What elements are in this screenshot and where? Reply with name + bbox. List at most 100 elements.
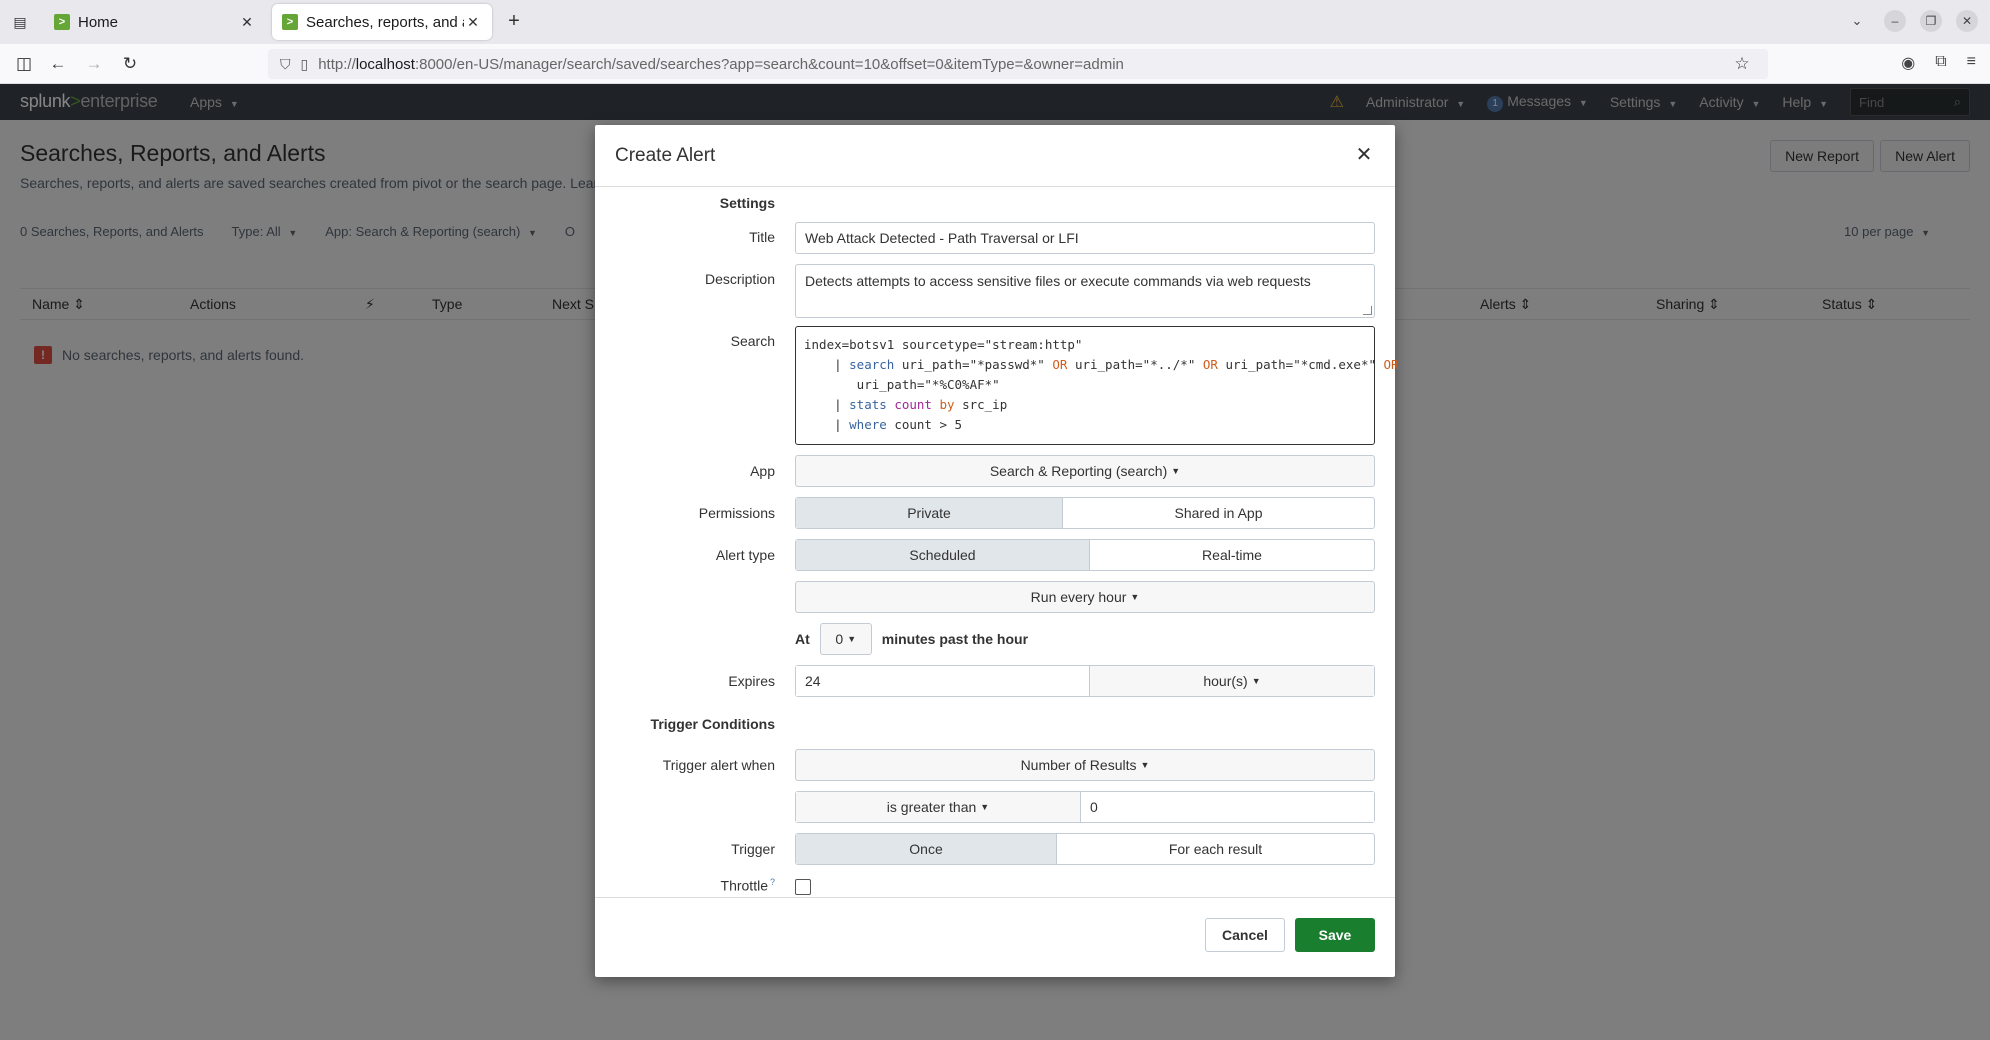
resize-handle-icon[interactable] [1363, 306, 1372, 315]
comparison-value: is greater than [886, 799, 977, 815]
trigger-conditions-heading: Trigger Conditions [650, 716, 775, 732]
search-token: | [804, 357, 850, 372]
browser-nav-bar: ◫ ← → ↻ ⛉ ▯ http://localhost:8000/en-US/… [0, 44, 1990, 84]
modal-header: Create Alert ✕ [595, 125, 1395, 187]
tab-title: Home [78, 13, 119, 31]
search-token: src_ip [954, 397, 1008, 412]
modal-title: Create Alert [615, 145, 716, 166]
search-command: where [849, 417, 887, 432]
search-line: | stats count by src_ip [804, 395, 1366, 415]
caret-down-icon: ▼ [1171, 466, 1181, 476]
search-token: | [804, 417, 850, 432]
url-host: localhost [355, 55, 415, 73]
expires-unit-value: hour(s) [1203, 673, 1248, 689]
tab-list-icon[interactable]: ▤ [8, 10, 32, 34]
account-icon[interactable]: ◉ [1901, 53, 1915, 73]
app-dropdown[interactable]: Search & Reporting (search) ▼ [795, 455, 1375, 487]
trigger-label: Trigger [731, 841, 775, 857]
minutes-dropdown[interactable]: 0 ▼ [819, 623, 872, 655]
expires-input[interactable]: 24 [796, 666, 1089, 696]
caret-down-icon: ▼ [1140, 760, 1150, 770]
close-window-icon[interactable]: ✕ [1956, 10, 1978, 32]
trigger-toggle: Once For each result [795, 833, 1375, 865]
search-line: | where count > 5 [804, 415, 1366, 435]
tab-overflow-chevron-icon[interactable]: ⌄ [1844, 8, 1870, 34]
search-line: uri_path="*%C0%AF*" [804, 375, 1366, 395]
back-icon[interactable]: ← [46, 52, 70, 76]
caret-down-icon: ▼ [980, 802, 990, 812]
search-token: | [804, 397, 850, 412]
search-operator: OR [1202, 357, 1218, 372]
cancel-button[interactable]: Cancel [1205, 918, 1285, 952]
app-label: App [750, 463, 775, 479]
search-token: uri_path="*../*" [1067, 357, 1203, 372]
caret-down-icon: ▼ [1130, 592, 1140, 602]
trigger-when-dropdown[interactable]: Number of Results ▼ [795, 749, 1375, 781]
at-label: At [795, 631, 810, 647]
search-line: | search uri_path="*passwd*" OR uri_path… [804, 355, 1399, 375]
search-label: Search [730, 333, 775, 349]
trigger-when-label: Trigger alert when [662, 757, 775, 773]
search-operator: OR [1383, 357, 1399, 372]
title-input[interactable]: Web Attack Detected - Path Traversal or … [795, 222, 1375, 254]
expires-label: Expires [728, 673, 775, 689]
caret-down-icon: ▼ [847, 634, 857, 644]
browser-tab-bar: ▤ > Home ✕ > Searches, reports, and aler… [0, 0, 1990, 44]
new-tab-button[interactable]: + [502, 10, 526, 34]
minutes-past-label: minutes past the hour [881, 631, 1029, 647]
trigger-once-option[interactable]: Once [796, 834, 1056, 864]
url-prefix: http:// [318, 55, 356, 73]
extensions-icon[interactable]: ⧉ [1935, 53, 1946, 73]
expires-unit-dropdown[interactable]: hour(s) ▼ [1089, 666, 1374, 696]
description-text: Detects attempts to access sensitive fil… [805, 273, 1311, 289]
tab-title: Searches, reports, and alerts [306, 13, 464, 31]
trigger-when-value: Number of Results [1020, 757, 1137, 773]
minimize-icon[interactable]: – [1884, 10, 1906, 32]
threshold-input[interactable]: 0 [1080, 792, 1374, 822]
alert-type-scheduled-option[interactable]: Scheduled [796, 540, 1089, 570]
close-icon[interactable]: ✕ [1353, 145, 1375, 167]
forward-icon[interactable]: → [82, 52, 106, 76]
trigger-each-result-option[interactable]: For each result [1056, 834, 1374, 864]
url-bar[interactable]: ⛉ ▯ http://localhost:8000/en-US/manager/… [268, 49, 1768, 79]
settings-heading: Settings [719, 195, 775, 211]
description-textarea[interactable]: Detects attempts to access sensitive fil… [795, 264, 1375, 318]
expires-control: 24 hour(s) ▼ [795, 665, 1375, 697]
bookmark-star-icon[interactable]: ☆ [1730, 52, 1754, 76]
tab-close-icon[interactable]: ✕ [238, 14, 256, 31]
permissions-private-option[interactable]: Private [796, 498, 1062, 528]
search-token: index=botsv1 sourcetype="stream:http" [804, 337, 1083, 352]
save-button[interactable]: Save [1295, 918, 1375, 952]
title-label: Title [749, 229, 775, 245]
description-label: Description [704, 271, 775, 287]
menu-icon[interactable]: ≡ [1967, 53, 1976, 73]
reload-icon[interactable]: ↻ [118, 52, 142, 76]
minutes-value: 0 [835, 631, 844, 647]
help-question-icon[interactable]: ? [770, 877, 775, 887]
throttle-checkbox[interactable] [795, 879, 811, 895]
search-editor[interactable]: index=botsv1 sourcetype="stream:http" | … [795, 326, 1399, 445]
page-info-icon[interactable]: ▯ [301, 56, 309, 73]
restore-icon[interactable]: ❐ [1920, 10, 1942, 32]
search-operator: by [931, 397, 955, 412]
shield-icon[interactable]: ⛉ [280, 56, 291, 73]
alert-type-toggle: Scheduled Real-time [795, 539, 1375, 571]
schedule-dropdown[interactable]: Run every hour ▼ [795, 581, 1375, 613]
splunk-favicon-icon: > [54, 14, 70, 30]
tab-home[interactable]: > Home ✕ [44, 4, 266, 40]
search-command: stats [849, 397, 887, 412]
toolbar-right-icons: ◉ ⧉ ≡ [1901, 53, 1976, 73]
permissions-toggle: Private Shared in App [795, 497, 1375, 529]
comparison-dropdown[interactable]: is greater than ▼ [796, 792, 1080, 822]
sidebar-toggle-icon[interactable]: ◫ [12, 52, 36, 76]
search-token: uri_path="*cmd.exe*" [1217, 357, 1384, 372]
window-controls: ⌄ – ❐ ✕ [1844, 8, 1978, 34]
alert-type-label: Alert type [715, 547, 775, 563]
alert-type-realtime-option[interactable]: Real-time [1089, 540, 1374, 570]
permissions-shared-option[interactable]: Shared in App [1062, 498, 1374, 528]
tab-searches-reports-alerts[interactable]: > Searches, reports, and alerts ✕ [272, 4, 492, 40]
search-token: count > 5 [886, 417, 963, 432]
search-operator: OR [1052, 357, 1068, 372]
tab-close-icon[interactable]: ✕ [464, 14, 482, 31]
comparison-control: is greater than ▼ 0 [795, 791, 1375, 823]
